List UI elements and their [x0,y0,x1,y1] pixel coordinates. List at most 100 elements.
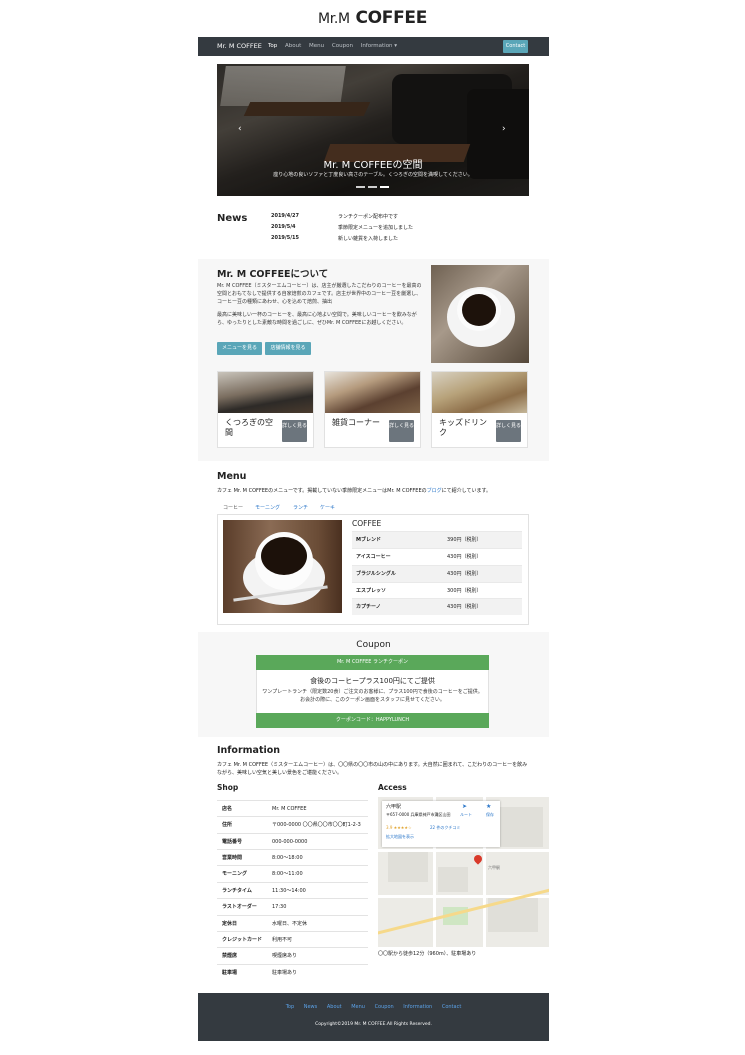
map-reviews-link[interactable]: 22 件のクチコミ [430,825,460,831]
shop-row: 駐車場 駐車場あり [217,964,368,981]
footer-link-information[interactable]: Information [403,1004,432,1010]
card-title: くつろぎの空間 [225,418,273,437]
feature-card-goods: 雑貨コーナー 詳しく見る [324,371,421,448]
map-place-name: 六甲駅 [386,804,402,810]
news-text[interactable]: 季節限定メニューを追加しました [338,224,413,231]
about-paragraph-1: Mr. M COFFEE（ミスターエムコーヒー）は、店主が厳選したこだわりのコー… [217,283,422,305]
map-route-label: ルート [460,812,472,817]
shop-row-key: クレジットカード [222,937,263,943]
carousel-indicator-1[interactable] [356,186,365,188]
shop-row: ラストオーダー 17:30 [217,898,368,915]
footer-link-news[interactable]: News [304,1004,318,1010]
map-more-link[interactable]: 拡大地図を表示 [386,834,414,840]
shop-row-key: ランチタイム [222,888,252,894]
shop-row: 電話番号 000-000-0000 [217,833,368,850]
nav-link-top[interactable]: Top [268,43,277,49]
coupon-title: 食後のコーヒープラス100円にてご提供 [310,677,435,685]
nav-link-coupon[interactable]: Coupon [332,43,353,49]
shop-row: ランチタイム 11:30〜14:00 [217,882,368,899]
footer-link-top[interactable]: Top [286,1004,294,1010]
hero-subtitle: 座り心地の良いソファと丁度良い高さのテーブル。くつろぎの空間を満喫してください。 [273,172,473,178]
card-details-button[interactable]: 詳しく見る [496,420,521,442]
about-heading: Mr. M COFFEEについて [217,269,329,280]
chevron-left-icon[interactable]: ‹ [238,124,242,134]
shop-row-value: 8:00〜18:00 [272,855,303,861]
shop-heading: Shop [217,783,239,792]
shop-row-value: 11:30〜14:00 [272,888,306,894]
feature-card-lounge: くつろぎの空間 詳しく見る [217,371,314,448]
navbar: Mr. M COFFEE Top About Menu Coupon Infor… [198,37,549,56]
menu-item-price: 430円（税別） [447,571,482,577]
news-date: 2019/4/27 [271,213,300,219]
coupon-header: Mr. M COFFEE ランチクーポン [256,655,489,670]
shop-row-value: 喫煙席あり [272,953,298,959]
shop-row-value: 17:30 [272,904,287,910]
access-map[interactable]: 六甲駅 六甲駅 〒657-0000 兵庫県神戸市灘区山田 3.9 ★★★★☆ 2… [378,797,549,947]
menu-intro: カフェ Mr. M COFFEEのメニューです。掲載していない季節限定メニューは… [217,487,491,494]
news-text[interactable]: ランチクーポン配布中です [338,213,398,220]
map-rating: 3.9 ★★★★☆ [386,825,412,830]
footer-link-contact[interactable]: Contact [442,1004,461,1010]
logo-prefix: Mr.M [317,11,350,27]
footer-link-about[interactable]: About [327,1004,342,1010]
card-details-button[interactable]: 詳しく見る [282,420,307,442]
footer-links: Top News About Menu Coupon Information C… [198,1004,549,1010]
menu-category-title: COFFEE [352,519,382,528]
coffee-cup-photo [431,265,529,363]
coupon-code: クーポンコード：HAPPYLUNCH [256,713,489,728]
shop-row-key: モーニング [222,871,248,877]
menu-item-price: 430円（税別） [447,604,482,610]
coupon-heading: Coupon [356,640,391,650]
nav-link-menu[interactable]: Menu [309,43,324,49]
menu-row: エスプレッソ 300円（税別） [352,582,522,599]
shop-row: 営業時間 8:00〜18:00 [217,849,368,866]
nav-link-information-dropdown[interactable]: Information ▾ [361,43,397,49]
news-text[interactable]: 新しい雑貨を入荷しました [338,235,398,242]
blog-link[interactable]: ブログ [427,488,442,494]
view-store-button[interactable]: 店舗情報を見る [265,342,311,355]
card-title: キッズドリンク [439,418,487,437]
map-label: 六甲駅 [488,865,500,870]
menu-item-name: ブラジルシングル [356,571,396,577]
map-road [378,849,549,852]
shop-row-key: 店名 [222,806,233,812]
shop-row-key: ラストオーダー [222,904,257,910]
news-date: 2019/5/4 [271,224,296,230]
chevron-right-icon[interactable]: › [502,124,506,134]
tab-morning[interactable]: モーニング [255,504,280,511]
carousel-indicator-3[interactable] [380,186,389,188]
coupon-text: ワンプレートランチ（限定数20食）ご注文のお客様に、プラス100円で食後のコーヒ… [262,689,483,703]
menu-row: ブラジルシングル 430円（税別） [352,565,522,582]
shop-row-key: 住所 [222,822,233,828]
hero-title: Mr. M COFFEEの空間 [323,160,423,171]
map-info-card: 六甲駅 〒657-0000 兵庫県神戸市灘区山田 3.9 ★★★★☆ 22 件の… [382,801,500,847]
tab-lunch[interactable]: ランチ [293,504,308,511]
shop-row: 禁煙席 喫煙席あり [217,947,368,964]
navbar-brand[interactable]: Mr. M COFFEE [217,42,262,50]
card-title: 雑貨コーナー [332,418,380,427]
menu-intro-text-end: にて紹介しています。 [441,488,491,494]
star-icon[interactable]: ★ [486,804,491,810]
feature-card-kids-drink: キッズドリンク 詳しく見る [431,371,528,448]
logo-main: COFFEE [355,8,428,28]
shop-row-value: 利用不可 [272,937,293,943]
footer-link-menu[interactable]: Menu [351,1004,365,1010]
site-logo[interactable]: Mr.M COFFEE [0,8,745,28]
menu-item-price: 430円（税別） [447,554,482,560]
route-icon[interactable]: ➤ [462,804,467,810]
view-menu-button[interactable]: メニューを見る [217,342,262,355]
hero-carousel: ‹ › Mr. M COFFEEの空間 座り心地の良いソファと丁度良い高さのテー… [217,64,529,196]
shop-row-key: 電話番号 [222,839,243,845]
footer-link-coupon[interactable]: Coupon [375,1004,394,1010]
carousel-indicator-2[interactable] [368,186,377,188]
tab-coffee[interactable]: コーヒー [223,504,243,511]
access-heading: Access [378,783,407,792]
map-place-address: 〒657-0000 兵庫県神戸市灘区山田 [386,812,451,817]
coffee-shape [462,294,496,326]
contact-button[interactable]: Contact [503,40,528,53]
nav-link-about[interactable]: About [285,43,301,49]
card-details-button[interactable]: 詳しく見る [389,420,414,442]
information-heading: Information [217,745,281,756]
shop-row: クレジットカード 利用不可 [217,931,368,948]
tab-cake[interactable]: ケーキ [320,504,335,511]
